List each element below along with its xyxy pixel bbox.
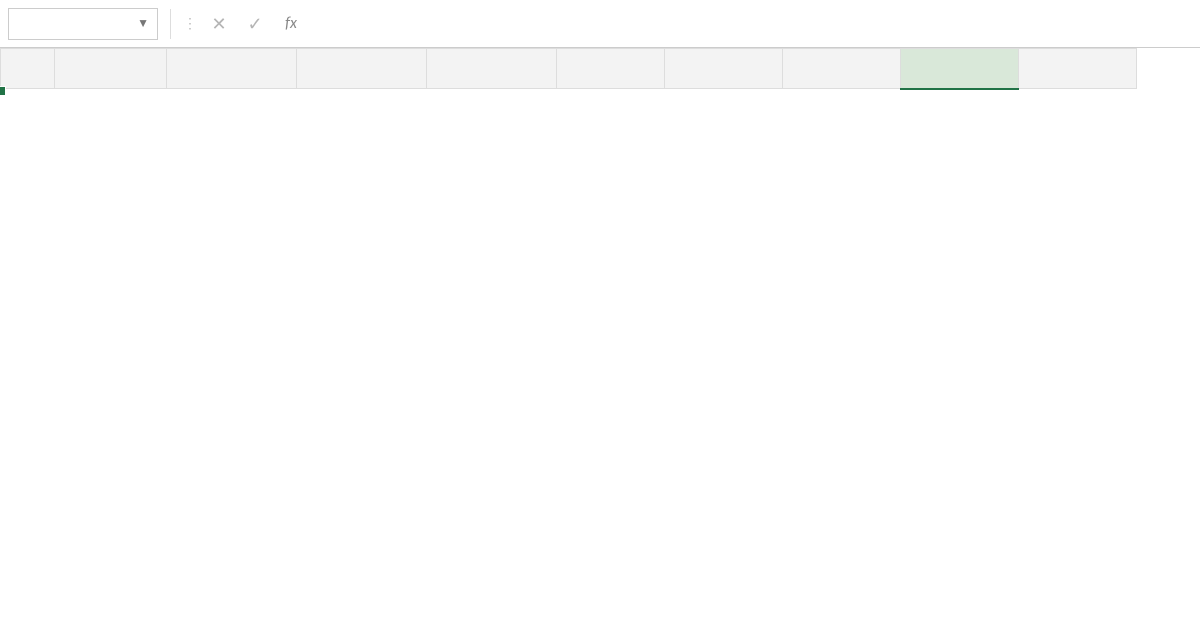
col-header-A[interactable] (55, 49, 167, 89)
expand-dots-icon[interactable]: ⋮ (183, 15, 198, 32)
col-header-E[interactable] (557, 49, 665, 89)
divider (170, 9, 171, 39)
column-headers (1, 49, 1137, 89)
selection-outline (0, 90, 4, 94)
cancel-x-icon[interactable]: ✕ (204, 13, 234, 35)
col-header-H[interactable] (901, 49, 1019, 89)
col-header-B[interactable] (167, 49, 297, 89)
col-header-F[interactable] (665, 49, 783, 89)
grid[interactable] (0, 48, 1137, 90)
col-header-D[interactable] (427, 49, 557, 89)
fx-icon[interactable]: fx (276, 14, 306, 33)
confirm-check-icon[interactable]: ✓ (240, 13, 270, 35)
select-all-corner[interactable] (1, 49, 55, 89)
col-header-G[interactable] (783, 49, 901, 89)
chevron-down-icon[interactable]: ▼ (137, 16, 149, 31)
col-header-C[interactable] (297, 49, 427, 89)
spreadsheet (0, 48, 1200, 90)
col-header-I[interactable] (1019, 49, 1137, 89)
name-box[interactable]: ▼ (8, 8, 158, 40)
formula-bar: ▼ ⋮ ✕ ✓ fx (0, 0, 1200, 48)
